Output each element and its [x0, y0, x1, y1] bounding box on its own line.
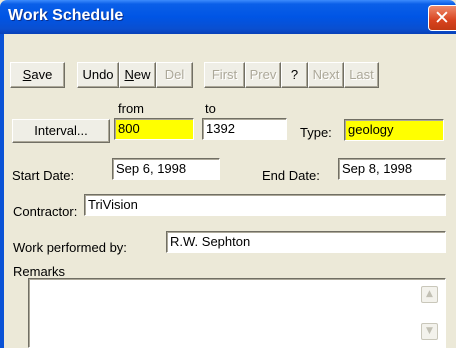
save-button[interactable]: Save: [10, 62, 65, 88]
end-date-field[interactable]: Sep 8, 1998: [338, 158, 446, 180]
start-date-label: Start Date:: [12, 168, 75, 183]
contractor-field[interactable]: TriVision: [84, 194, 446, 216]
scroll-down-arrow-icon[interactable]: ▼: [421, 323, 438, 340]
type-label: Type:: [300, 125, 332, 140]
work-performed-field[interactable]: R.W. Sephton: [166, 231, 446, 253]
from-field[interactable]: 800: [114, 118, 194, 140]
scroll-up-arrow-icon[interactable]: ▲: [421, 286, 438, 303]
close-icon: ✕: [434, 7, 450, 29]
window-title: Work Schedule: [8, 7, 124, 24]
type-field[interactable]: geology: [344, 119, 444, 141]
remarks-textarea[interactable]: ▲ ▼: [28, 278, 446, 348]
contractor-label: Contractor:: [13, 204, 78, 219]
start-date-field[interactable]: Sep 6, 1998: [112, 158, 220, 180]
end-date-label: End Date:: [262, 168, 320, 183]
undo-button[interactable]: Undo: [77, 62, 119, 88]
to-field[interactable]: 1392: [202, 118, 287, 140]
help-button[interactable]: ?: [281, 62, 308, 88]
next-record-button[interactable]: Next: [308, 62, 344, 88]
work-performed-label: Work performed by:: [13, 240, 127, 255]
title-bar[interactable]: Work Schedule ✕: [0, 0, 456, 34]
previous-record-button[interactable]: Prev: [245, 62, 281, 88]
delete-button[interactable]: Del: [156, 62, 193, 88]
interval-button[interactable]: Interval...: [12, 119, 110, 143]
first-record-button[interactable]: First: [204, 62, 245, 88]
remarks-label: Remarks: [13, 264, 66, 279]
to-label: to: [205, 101, 216, 116]
new-button[interactable]: New: [119, 62, 156, 88]
close-button[interactable]: ✕: [428, 5, 456, 31]
last-record-button[interactable]: Last: [344, 62, 379, 88]
from-label: from: [118, 101, 144, 116]
